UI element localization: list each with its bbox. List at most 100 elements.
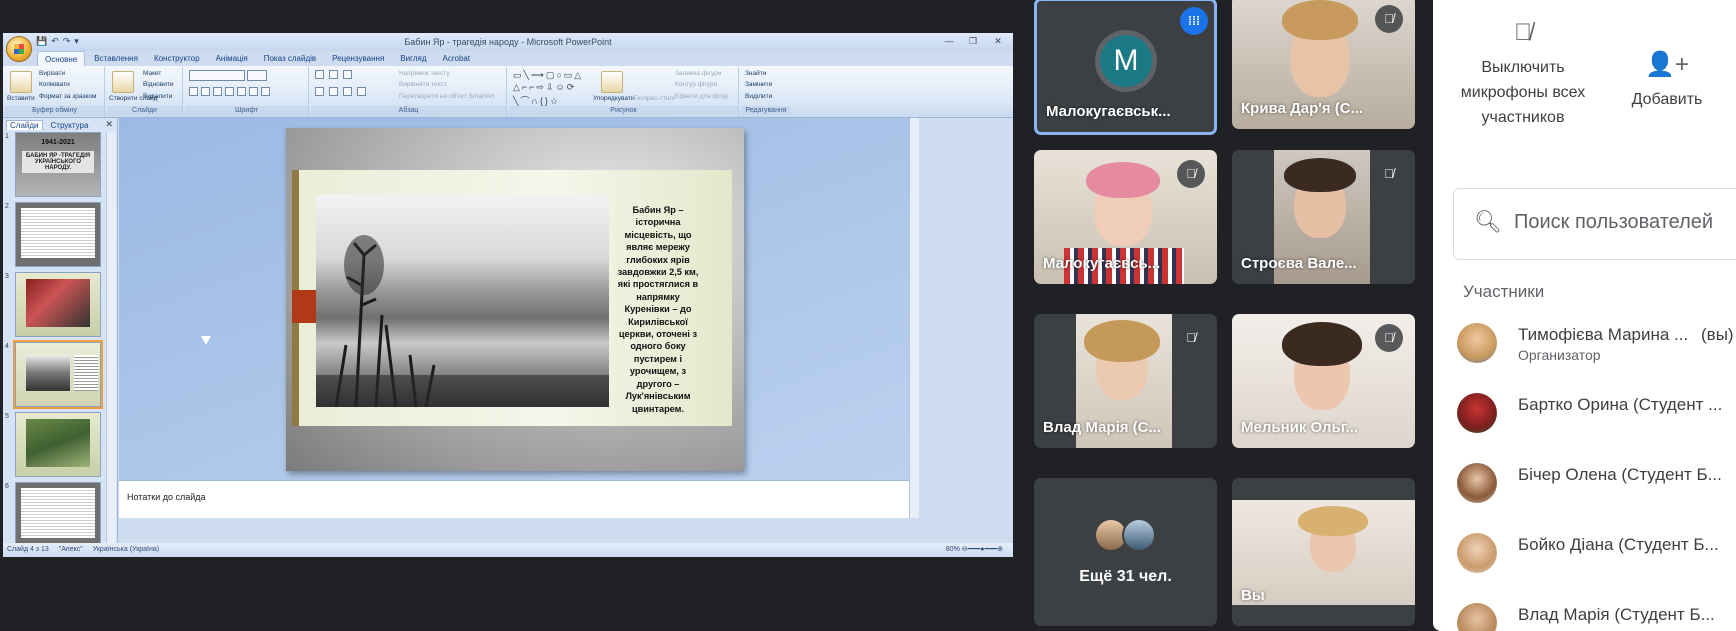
- justify-button[interactable]: [357, 87, 366, 96]
- tab-insert[interactable]: Вставлення: [87, 51, 145, 66]
- slide-thumbnail-6[interactable]: [15, 482, 101, 547]
- search-field[interactable]: 🔍︎ Поиск пользователей: [1453, 188, 1736, 260]
- participant-hair: [1084, 320, 1160, 362]
- search-icon: 🔍︎: [1474, 209, 1502, 234]
- mute-all-button[interactable]: 🎙̸ Выключить микрофоны всех участников: [1457, 20, 1589, 130]
- replace-button[interactable]: Замінити: [745, 81, 772, 88]
- office-button[interactable]: [6, 36, 32, 62]
- slide-thumbnail-3[interactable]: [15, 272, 101, 337]
- align-left-button[interactable]: [315, 87, 324, 96]
- slide-thumbnail-5[interactable]: [15, 412, 101, 477]
- participant-row[interactable]: Бартко Орина (Студент ...: [1457, 393, 1736, 443]
- close-button[interactable]: ✕: [988, 35, 1008, 48]
- add-people-button[interactable]: 👤+ Добавить: [1617, 52, 1717, 112]
- font-family-select[interactable]: [189, 70, 245, 81]
- restore-button[interactable]: ❐: [963, 35, 983, 48]
- text-direction-button[interactable]: Напрямок тексту: [399, 70, 450, 77]
- shadow-button[interactable]: [237, 87, 246, 96]
- notes-pane[interactable]: Нотатки до слайда: [119, 480, 909, 518]
- tab-outline[interactable]: Структура: [51, 121, 89, 130]
- quick-access-toolbar[interactable]: 💾↶↷▾: [36, 36, 83, 47]
- video-tile[interactable]: 🎙̸ Мельник Ольг...: [1232, 314, 1415, 448]
- slide-thumbnail-2[interactable]: [15, 202, 101, 267]
- align-text-button[interactable]: Вирівняти текст: [399, 81, 447, 88]
- mute-all-label: Выключить микрофоны всех участников: [1460, 59, 1586, 126]
- thumb-number: 5: [5, 413, 9, 420]
- strikethrough-button[interactable]: [225, 87, 234, 96]
- video-tile[interactable]: 🎙̸ Строєва Вале...: [1232, 150, 1415, 284]
- video-tile[interactable]: 🎙̸ Крива Дар'я (С...: [1232, 0, 1415, 129]
- vertical-scrollbar[interactable]: [909, 118, 919, 518]
- smartart-button[interactable]: Перетворити на об'єкт SmartArt: [399, 93, 494, 100]
- zoom-control[interactable]: 80% ⊖━━━●━━━⊕: [946, 543, 1003, 557]
- font-size-select[interactable]: [247, 70, 267, 81]
- arrange-button[interactable]: Упорядкувати: [593, 95, 634, 102]
- font-color-button[interactable]: [261, 87, 270, 96]
- paste-button[interactable]: Вставити: [7, 95, 35, 102]
- paste-icon[interactable]: [10, 71, 32, 93]
- thumb-title: БАБИН ЯР -ТРАГЕДІЯ УКРАЇНСЬКОГО НАРОДУ.: [22, 151, 94, 173]
- person-add-icon: 👤+: [1645, 51, 1689, 78]
- video-tile[interactable]: 🎙̸ Малокугаєвсь...: [1034, 150, 1217, 284]
- video-tile-speaker[interactable]: M ⁞⁞⁞ Малокугаєвськ...: [1034, 0, 1217, 135]
- close-panel-icon[interactable]: ✕: [105, 119, 113, 130]
- spacing-button[interactable]: [249, 87, 258, 96]
- tab-slides[interactable]: Слайди: [6, 120, 43, 130]
- shapes-gallery[interactable]: ▭╲⟶▢○▭△: [513, 70, 583, 81]
- bold-button[interactable]: [189, 87, 198, 96]
- status-language[interactable]: Українська (Україна): [93, 543, 159, 557]
- slide-text-box[interactable]: Бабин Яр – історична місцевість, що явля…: [608, 204, 708, 415]
- format-painter-button[interactable]: Формат за зразком: [39, 93, 96, 100]
- participant-row[interactable]: Влад Марія (Студент Б...: [1457, 603, 1736, 631]
- indent-button[interactable]: [343, 70, 352, 79]
- copy-button[interactable]: Копіювати: [39, 81, 70, 88]
- shape-fill-button[interactable]: Заливка фігури: [675, 70, 721, 77]
- reset-button[interactable]: Відновити: [143, 81, 173, 88]
- tab-view[interactable]: Вигляд: [393, 51, 433, 66]
- babyn-yar-photo[interactable]: [316, 195, 609, 407]
- shape-outline-button[interactable]: Контур фігури: [675, 81, 717, 88]
- tab-design[interactable]: Конструктор: [147, 51, 207, 66]
- slide-thumbnail-4[interactable]: [13, 340, 103, 409]
- status-bar: Слайд 4 з 13 "Апекс" Українська (Україна…: [3, 543, 1013, 557]
- tab-slideshow[interactable]: Показ слайдів: [257, 51, 323, 66]
- participant-row[interactable]: Тимофієва Марина ... (вы) Организатор: [1457, 323, 1736, 373]
- find-button[interactable]: Знайти: [745, 70, 766, 77]
- arrange-icon[interactable]: [601, 71, 623, 93]
- tile-name: Влад Марія (С...: [1043, 419, 1161, 436]
- quick-styles-button[interactable]: Експрес-стилі: [633, 95, 675, 102]
- participant-row[interactable]: Бічер Олена (Студент Б...: [1457, 463, 1736, 513]
- italic-button[interactable]: [201, 87, 210, 96]
- numbering-button[interactable]: [329, 70, 338, 79]
- layout-button[interactable]: Макет: [143, 70, 161, 77]
- shapes-gallery-row2[interactable]: △⌐⌐⇨⇩☺⟳: [513, 82, 576, 93]
- bullets-button[interactable]: [315, 70, 324, 79]
- zoom-level: 80%: [945, 546, 960, 553]
- tile-name: Крива Дар'я (С...: [1241, 100, 1364, 117]
- cut-button[interactable]: Вирізати: [39, 70, 65, 77]
- participant-hair: [1284, 158, 1356, 192]
- tab-animations[interactable]: Анімація: [209, 51, 255, 66]
- participant-name: Влад Марія (Студент Б...: [1518, 605, 1715, 624]
- underline-button[interactable]: [213, 87, 222, 96]
- minimize-button[interactable]: —: [939, 35, 959, 48]
- tab-home[interactable]: Основне: [37, 51, 86, 66]
- search-placeholder: Поиск пользователей: [1514, 211, 1714, 233]
- tab-review[interactable]: Рецензування: [325, 51, 391, 66]
- office-logo-icon: [14, 44, 24, 54]
- align-center-button[interactable]: [329, 87, 338, 96]
- new-slide-icon[interactable]: [112, 71, 134, 93]
- shape-effects-button[interactable]: Ефекти для фігур: [675, 93, 729, 100]
- slide-thumbnail-1[interactable]: 1941-2021 БАБИН ЯР -ТРАГЕДІЯ УКРАЇНСЬКОГ…: [15, 132, 101, 197]
- clipboard-group-label: Буфер обміну: [5, 106, 104, 116]
- panel-scrollbar[interactable]: [106, 132, 116, 543]
- participant-row[interactable]: Бойко Діана (Студент Б...: [1457, 533, 1736, 583]
- more-participants-tile[interactable]: Ещё 31 чел.: [1034, 478, 1217, 626]
- video-tile[interactable]: 🎙̸ Влад Марія (С...: [1034, 314, 1217, 448]
- tab-acrobat[interactable]: Acrobat: [436, 51, 478, 66]
- align-right-button[interactable]: [343, 87, 352, 96]
- delete-slide-button[interactable]: Видалити: [143, 93, 172, 100]
- self-video-tile[interactable]: Вы: [1232, 478, 1415, 626]
- select-button[interactable]: Виділити: [745, 93, 772, 100]
- current-slide[interactable]: Бабин Яр – історична місцевість, що явля…: [286, 128, 744, 471]
